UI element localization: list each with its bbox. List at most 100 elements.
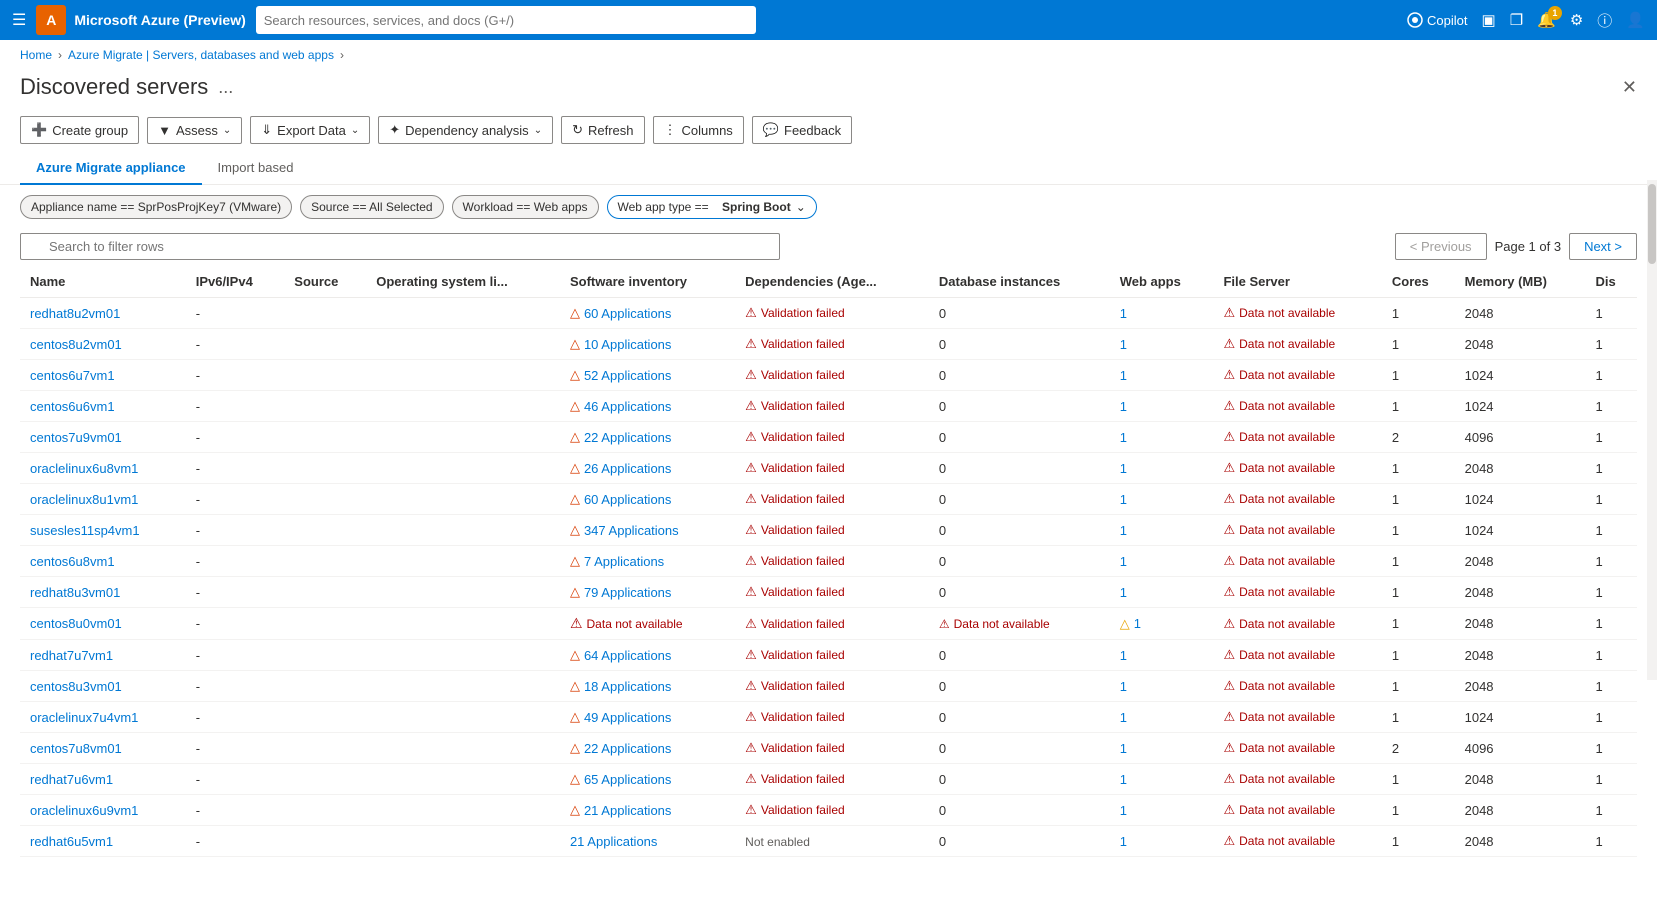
cell-webapps[interactable]: 1 (1110, 546, 1214, 577)
col-os[interactable]: Operating system li... (366, 266, 560, 298)
cell-deps[interactable]: ⚠ Validation failed (735, 640, 929, 671)
refresh-button[interactable]: ↻ Refresh (561, 116, 644, 144)
software-apps-link[interactable]: 26 Applications (584, 461, 671, 476)
webapps-link[interactable]: 1 (1120, 554, 1127, 569)
cell-software[interactable]: △ 7 Applications (560, 546, 735, 577)
webapps-link[interactable]: 1 (1120, 368, 1127, 383)
previous-button[interactable]: < Previous (1395, 233, 1487, 260)
breadcrumb-home[interactable]: Home (20, 48, 52, 62)
server-name-link[interactable]: centos7u9vm01 (30, 430, 122, 445)
cell-name[interactable]: centos8u0vm01 (20, 608, 186, 640)
software-apps-link[interactable]: 18 Applications (584, 679, 671, 694)
cell-software[interactable]: △ 64 Applications (560, 640, 735, 671)
cell-name[interactable]: oraclelinux8u1vm1 (20, 484, 186, 515)
webapps-link[interactable]: 1 (1120, 772, 1127, 787)
cell-software[interactable]: △ 60 Applications (560, 484, 735, 515)
user-icon[interactable]: 👤 (1626, 11, 1645, 29)
server-name-link[interactable]: susesles11sp4vm1 (30, 523, 140, 538)
cell-deps[interactable]: ⚠ Validation failed (735, 484, 929, 515)
webapps-link[interactable]: 1 (1120, 648, 1127, 663)
webapps-link[interactable]: 1 (1120, 399, 1127, 414)
cell-software[interactable]: △ 65 Applications (560, 764, 735, 795)
global-search-input[interactable] (256, 6, 756, 34)
col-webapps[interactable]: Web apps (1110, 266, 1214, 298)
server-name-link[interactable]: centos8u2vm01 (30, 337, 122, 352)
software-apps-link[interactable]: 22 Applications (584, 741, 671, 756)
server-name-link[interactable]: centos8u0vm01 (30, 616, 122, 631)
server-name-link[interactable]: redhat6u5vm1 (30, 834, 113, 849)
cell-software[interactable]: △ 60 Applications (560, 298, 735, 329)
software-apps-link[interactable]: 65 Applications (584, 772, 671, 787)
col-fileserver[interactable]: File Server (1213, 266, 1381, 298)
server-name-link[interactable]: redhat7u6vm1 (30, 772, 113, 787)
cell-name[interactable]: centos7u8vm01 (20, 733, 186, 764)
cell-webapps[interactable]: 1 (1110, 764, 1214, 795)
cell-deps[interactable]: ⚠ Validation failed (735, 546, 929, 577)
webapps-link[interactable]: 1 (1120, 834, 1127, 849)
cell-deps[interactable]: ⚠ Validation failed (735, 515, 929, 546)
server-name-link[interactable]: centos6u7vm1 (30, 368, 115, 383)
cell-name[interactable]: susesles11sp4vm1 (20, 515, 186, 546)
cell-webapps[interactable]: 1 (1110, 484, 1214, 515)
assess-button[interactable]: ▼ Assess ⌄ (147, 117, 242, 144)
cell-software[interactable]: △ 10 Applications (560, 329, 735, 360)
cell-name[interactable]: centos6u6vm1 (20, 391, 186, 422)
cell-deps[interactable]: ⚠ Validation failed (735, 764, 929, 795)
webapps-link[interactable]: 1 (1120, 710, 1127, 725)
server-name-link[interactable]: redhat8u3vm01 (30, 585, 120, 600)
cell-deps[interactable]: ⚠ Validation failed (735, 453, 929, 484)
cell-name[interactable]: centos6u7vm1 (20, 360, 186, 391)
close-button[interactable]: ✕ (1622, 77, 1637, 98)
feedback-button[interactable]: 💬 Feedback (752, 116, 852, 144)
col-db[interactable]: Database instances (929, 266, 1110, 298)
webapps-link[interactable]: 1 (1120, 492, 1127, 507)
cell-webapps[interactable]: 1 (1110, 329, 1214, 360)
webapps-link[interactable]: 1 (1120, 523, 1127, 538)
cell-deps[interactable]: ⚠ Validation failed (735, 422, 929, 453)
cell-deps[interactable]: ⚠ Validation failed (735, 577, 929, 608)
notification-icon[interactable]: 🔔 1 (1537, 11, 1556, 29)
col-source[interactable]: Source (284, 266, 366, 298)
cell-software[interactable]: △ 79 Applications (560, 577, 735, 608)
columns-button[interactable]: ⋮ Columns (653, 116, 744, 144)
create-group-button[interactable]: ➕ Create group (20, 116, 139, 144)
software-apps-link[interactable]: 60 Applications (584, 492, 671, 507)
software-apps-link[interactable]: 79 Applications (584, 585, 671, 600)
cell-webapps[interactable]: 1 (1110, 453, 1214, 484)
next-button[interactable]: Next > (1569, 233, 1637, 260)
cell-software[interactable]: △ 49 Applications (560, 702, 735, 733)
col-deps[interactable]: Dependencies (Age... (735, 266, 929, 298)
desktop-icon[interactable]: ▣ (1482, 11, 1496, 29)
cell-software[interactable]: ⚠ Data not available (560, 608, 735, 640)
software-apps-link[interactable]: 49 Applications (584, 710, 671, 725)
cell-webapps[interactable]: 1 (1110, 702, 1214, 733)
server-name-link[interactable]: centos8u3vm01 (30, 679, 122, 694)
cell-deps[interactable]: ⚠ Validation failed (735, 391, 929, 422)
webapps-link[interactable]: 1 (1120, 803, 1127, 818)
software-apps-link[interactable]: 46 Applications (584, 399, 671, 414)
server-name-link[interactable]: oraclelinux7u4vm1 (30, 710, 138, 725)
cell-name[interactable]: centos8u3vm01 (20, 671, 186, 702)
software-apps-link[interactable]: 52 Applications (584, 368, 671, 383)
col-cores[interactable]: Cores (1382, 266, 1455, 298)
filter-webapp-type[interactable]: Web app type == Spring Boot ⌄ (607, 195, 817, 219)
cell-deps[interactable]: ⚠ Validation failed (735, 329, 929, 360)
webapps-link[interactable]: 1 (1120, 585, 1127, 600)
cell-webapps[interactable]: 1 (1110, 391, 1214, 422)
cell-software[interactable]: 21 Applications (560, 826, 735, 857)
software-apps-link[interactable]: 60 Applications (584, 306, 671, 321)
server-name-link[interactable]: oraclelinux6u8vm1 (30, 461, 138, 476)
software-apps-link[interactable]: 21 Applications (584, 803, 671, 818)
cell-name[interactable]: centos7u9vm01 (20, 422, 186, 453)
cell-webapps[interactable]: 1 (1110, 640, 1214, 671)
scrollbar[interactable] (1647, 180, 1657, 680)
webapps-link[interactable]: 1 (1120, 679, 1127, 694)
server-name-link[interactable]: redhat8u2vm01 (30, 306, 120, 321)
help-icon[interactable]: ⓘ (1597, 10, 1612, 31)
cell-webapps[interactable]: 1 (1110, 826, 1214, 857)
export-data-button[interactable]: ⇓ Export Data ⌄ (250, 116, 370, 144)
cell-deps[interactable]: ⚠ Validation failed (735, 360, 929, 391)
cell-software[interactable]: △ 347 Applications (560, 515, 735, 546)
col-memory[interactable]: Memory (MB) (1455, 266, 1586, 298)
webapps-link[interactable]: 1 (1120, 306, 1127, 321)
